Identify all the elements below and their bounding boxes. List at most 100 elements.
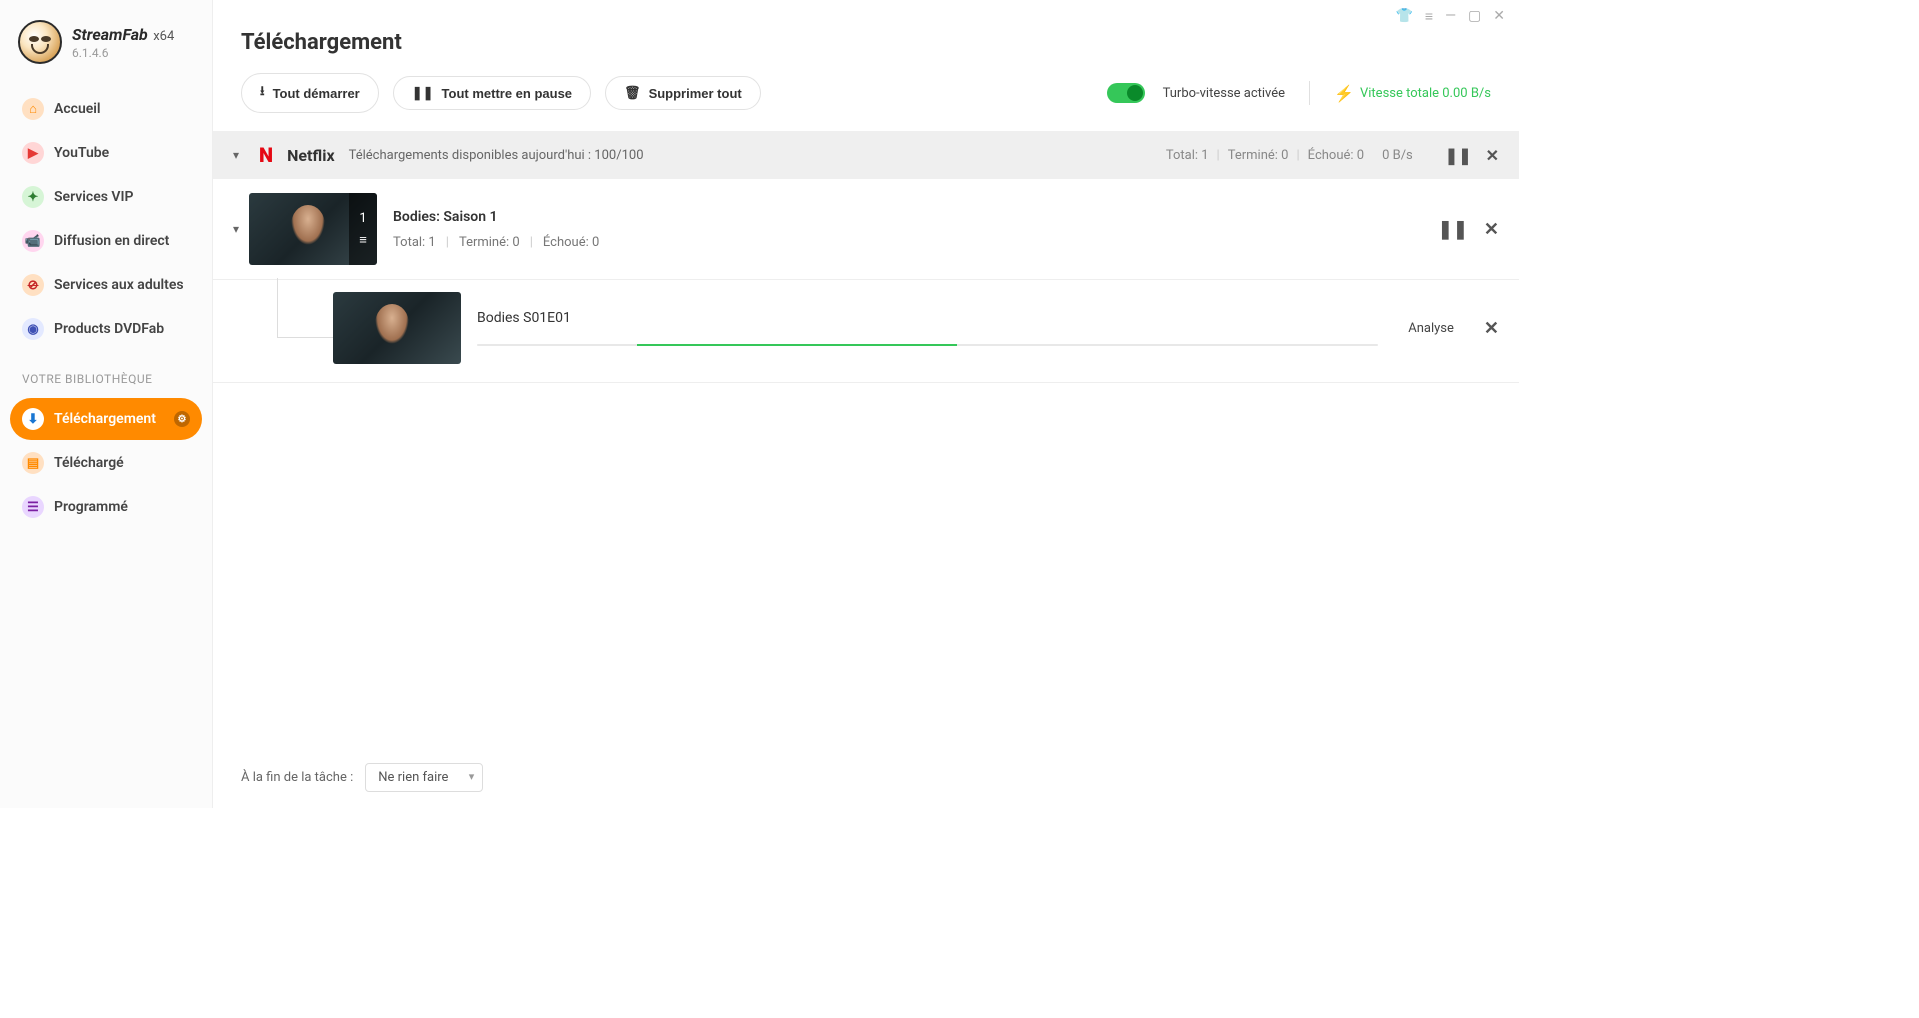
sidebar-item-youtube[interactable]: ▶ YouTube	[10, 132, 202, 174]
pause-icon: ❚❚	[412, 85, 434, 101]
playlist-icon: ≡	[359, 232, 367, 248]
gear-icon[interactable]: ⚙	[174, 411, 190, 427]
sidebar-item-adult[interactable]: ⊘ Services aux adultes	[10, 264, 202, 306]
sidebar-item-home[interactable]: ⌂ Accueil	[10, 88, 202, 130]
stat-finished: Terminé: 0	[1228, 148, 1289, 163]
app-version: 6.1.4.6	[72, 46, 174, 60]
nav-library: ⬇ Téléchargement ⚙ ▤ Téléchargé ☰ Progra…	[0, 392, 212, 536]
provider-group-header: ▾ N Netflix Téléchargements disponibles …	[213, 131, 1519, 179]
app-logo-icon	[18, 20, 62, 64]
sidebar-item-downloading[interactable]: ⬇ Téléchargement ⚙	[10, 398, 202, 440]
chevron-down-icon[interactable]: ▾	[233, 222, 239, 236]
footer: À la fin de la tâche : Ne rien faire	[213, 749, 1519, 808]
adult-icon: ⊘	[22, 274, 44, 296]
delete-all-button[interactable]: 🗑 Supprimer tout	[605, 76, 761, 110]
speed-total-value: Vitesse totale 0.00 B/s	[1360, 86, 1491, 101]
stat-finished: Terminé: 0	[459, 235, 520, 250]
netflix-logo-icon: N	[259, 143, 273, 167]
stat-failed: Échoué: 0	[1308, 148, 1364, 163]
stat-total: Total: 1	[1166, 148, 1209, 163]
library-section-label: VOTRE BIBLIOTHÈQUE	[0, 358, 212, 392]
download-icon: ⬇	[22, 408, 44, 430]
sidebar-item-label: Diffusion en direct	[54, 233, 169, 249]
after-task-select[interactable]: Ne rien faire	[365, 763, 483, 792]
sidebar-item-label: Services aux adultes	[54, 277, 184, 293]
episode-count-badge: 1	[359, 211, 366, 226]
provider-name: Netflix	[287, 146, 335, 165]
tree-connector	[277, 278, 337, 338]
main-panel: 👕 ≡ — ▢ ✕ Téléchargement ⭳ Tout démarrer…	[213, 0, 1519, 808]
season-title: Bodies: Saison 1	[393, 209, 599, 225]
season-stats: Total: 1 | Terminé: 0 | Échoué: 0	[393, 235, 599, 250]
sidebar-item-label: Accueil	[54, 101, 101, 117]
after-task-label: À la fin de la tâche :	[241, 770, 353, 785]
live-icon: 📹	[22, 230, 44, 252]
sidebar-item-dvdfab[interactable]: ◉ Products DVDFab	[10, 308, 202, 350]
episode-thumbnail	[333, 292, 461, 364]
cancel-group-button[interactable]: ✕	[1486, 146, 1499, 165]
vip-icon: ✦	[22, 186, 44, 208]
bolt-icon: ⚡	[1334, 84, 1354, 103]
episode-title: Bodies S01E01	[477, 310, 1378, 326]
available-today: Téléchargements disponibles aujourd'hui …	[349, 148, 644, 163]
stat-speed: 0 B/s	[1382, 148, 1413, 163]
select-value: Ne rien faire	[378, 770, 448, 785]
youtube-icon: ▶	[22, 142, 44, 164]
group-stats: Total: 1 | Terminé: 0 | Échoué: 0 0 B/s	[1166, 148, 1413, 163]
sidebar-item-label: Téléchargement	[54, 411, 156, 427]
sidebar-item-label: Téléchargé	[54, 455, 124, 471]
episode-status: Analyse	[1408, 321, 1454, 336]
separator	[1309, 81, 1310, 105]
maximize-button[interactable]: ▢	[1468, 8, 1481, 25]
calendar-icon: ☰	[22, 496, 44, 518]
button-label: Tout démarrer	[273, 86, 360, 101]
stat-failed: Échoué: 0	[543, 235, 599, 250]
window-controls: 👕 ≡ — ▢ ✕	[1395, 8, 1505, 25]
sidebar-item-vip[interactable]: ✦ Services VIP	[10, 176, 202, 218]
sidebar-item-label: Services VIP	[54, 189, 134, 205]
app-name: StreamFab	[72, 25, 148, 44]
chevron-down-icon[interactable]: ▾	[233, 148, 239, 162]
dvdfab-icon: ◉	[22, 318, 44, 340]
app-logo-block: StreamFab x64 6.1.4.6	[0, 20, 212, 82]
turbo-label: Turbo-vitesse activée	[1163, 86, 1285, 101]
season-actions: ❚❚ ✕	[1438, 219, 1499, 240]
progress-indeterminate	[637, 344, 957, 346]
toolbar: ⭳ Tout démarrer ❚❚ Tout mettre en pause …	[213, 73, 1519, 131]
app-arch: x64	[153, 29, 174, 44]
pause-group-button[interactable]: ❚❚	[1445, 146, 1472, 165]
sidebar-item-downloaded[interactable]: ▤ Téléchargé	[10, 442, 202, 484]
sidebar-item-label: Products DVDFab	[54, 321, 164, 337]
turbo-toggle[interactable]	[1107, 83, 1145, 103]
sidebar-item-label: Programmé	[54, 499, 128, 515]
shirt-icon[interactable]: 👕	[1395, 8, 1412, 25]
thumbnail-overlay: 1 ≡	[349, 193, 377, 265]
progress-bar	[477, 344, 1378, 346]
trash-icon: 🗑	[624, 85, 641, 101]
nav-services: ⌂ Accueil ▶ YouTube ✦ Services VIP 📹 Dif…	[0, 82, 212, 358]
start-all-button[interactable]: ⭳ Tout démarrer	[241, 73, 379, 113]
download-start-icon: ⭳	[260, 82, 265, 104]
folder-icon: ▤	[22, 452, 44, 474]
pause-season-button[interactable]: ❚❚	[1438, 219, 1468, 240]
button-label: Tout mettre en pause	[442, 86, 573, 101]
cancel-season-button[interactable]: ✕	[1484, 219, 1499, 240]
page-title: Téléchargement	[213, 0, 1519, 73]
season-row: ▾ 1 ≡ Bodies: Saison 1 Total: 1 | Termin…	[213, 179, 1519, 280]
sidebar-item-label: YouTube	[54, 145, 109, 161]
speed-total: ⚡ Vitesse totale 0.00 B/s	[1334, 84, 1491, 103]
cancel-episode-button[interactable]: ✕	[1484, 318, 1499, 339]
season-thumbnail: 1 ≡	[249, 193, 377, 265]
button-label: Supprimer tout	[649, 86, 742, 101]
home-icon: ⌂	[22, 98, 44, 120]
sidebar-item-live[interactable]: 📹 Diffusion en direct	[10, 220, 202, 262]
group-actions: ❚❚ ✕	[1445, 146, 1499, 165]
menu-icon[interactable]: ≡	[1425, 8, 1433, 25]
episode-row: Bodies S01E01 Analyse ✕	[213, 280, 1519, 383]
episode-actions: ✕	[1484, 318, 1499, 339]
close-button[interactable]: ✕	[1493, 8, 1505, 25]
sidebar: StreamFab x64 6.1.4.6 ⌂ Accueil ▶ YouTub…	[0, 0, 213, 808]
pause-all-button[interactable]: ❚❚ Tout mettre en pause	[393, 76, 591, 110]
minimize-button[interactable]: —	[1445, 8, 1456, 25]
sidebar-item-scheduled[interactable]: ☰ Programmé	[10, 486, 202, 528]
